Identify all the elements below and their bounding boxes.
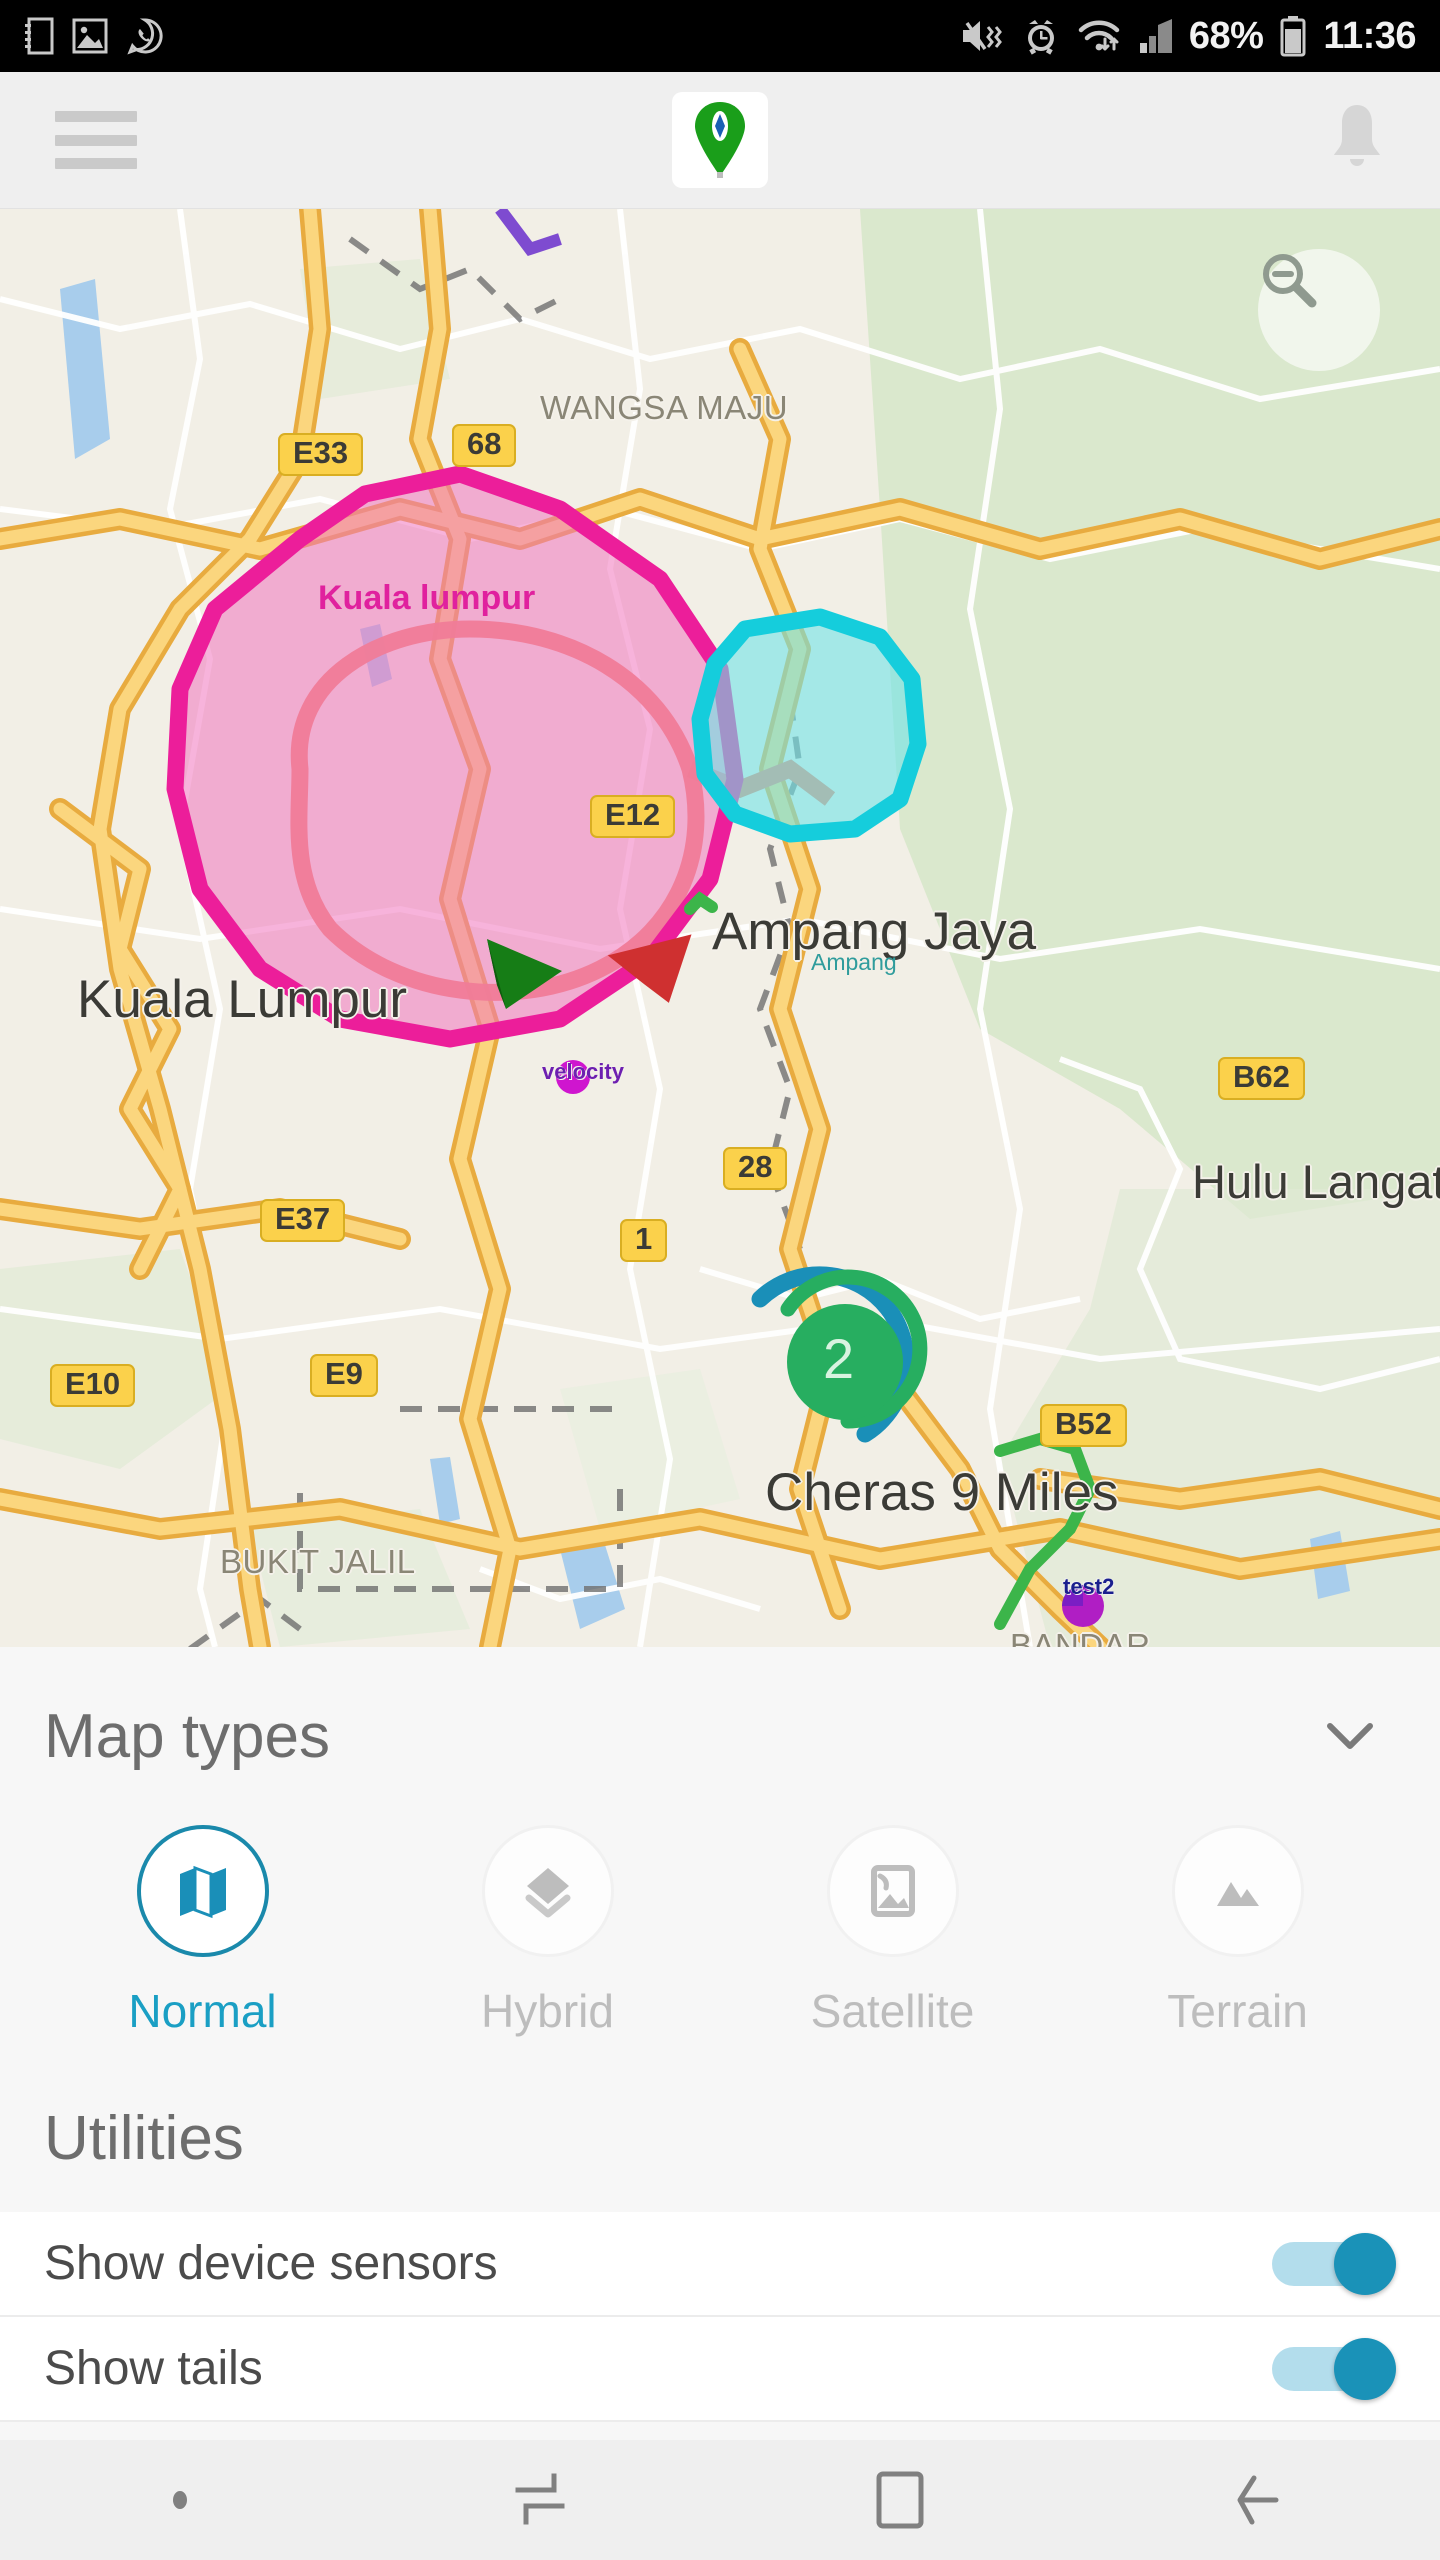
road-shield-68: 68 (452, 424, 517, 467)
back-icon (1237, 2475, 1279, 2525)
road-shield-e12: E12 (590, 795, 676, 838)
mountain-icon (1216, 1882, 1259, 1906)
clock-label: 11:36 (1323, 15, 1416, 57)
road-shield-e10: E10 (50, 1364, 136, 1407)
bottom-settings-panel: Map types Normal Hybrid Satellite Terrai… (0, 1647, 1440, 2440)
recents-icon (515, 2473, 565, 2525)
home-icon (876, 2471, 924, 2529)
utility-row-show-tails[interactable]: Show tails (0, 2317, 1440, 2422)
map-type-normal-circle (136, 1825, 269, 1957)
purple-dot-marker (556, 1060, 590, 1094)
signal-icon (1139, 19, 1172, 53)
status-bar-right-icons: 68% 11:36 (959, 15, 1416, 57)
nav-dot-button[interactable] (0, 2487, 360, 2513)
map-type-normal[interactable]: Normal (30, 1825, 375, 2085)
chevron-down-icon[interactable] (1326, 1721, 1374, 1751)
road-shield-b62: B62 (1218, 1057, 1305, 1100)
whatsapp-icon (127, 18, 163, 55)
map-type-terrain-label: Terrain (1167, 1985, 1308, 2037)
map-type-satellite-circle (826, 1825, 959, 1957)
status-bar: 68% 11:36 (0, 0, 1440, 72)
notes-icon (25, 17, 54, 55)
map-icon (179, 1865, 226, 1919)
image-icon (870, 1865, 915, 1917)
nav-recents-button[interactable] (360, 2472, 720, 2528)
nav-home-button[interactable] (720, 2470, 1080, 2530)
mute-vibrate-icon (962, 21, 1002, 51)
zoom-out-button[interactable] (1258, 249, 1380, 371)
map-types-title: Map types (44, 1701, 331, 1771)
map-type-hybrid-circle (481, 1825, 614, 1957)
road-shield-1: 1 (620, 1219, 668, 1262)
app-header (0, 72, 1440, 209)
wifi-icon (1078, 20, 1120, 51)
ampang-geofence (691, 608, 927, 843)
hamburger-bar-3 (55, 158, 137, 169)
road-shield-e33: E33 (278, 433, 364, 476)
road-shield-28: 28 (723, 1147, 788, 1190)
battery-icon (1280, 16, 1306, 57)
dot-icon (173, 2491, 187, 2509)
road-shield-b52: B52 (1040, 1404, 1127, 1447)
layers-icon (525, 1868, 570, 1918)
hamburger-bar-2 (55, 134, 137, 146)
map-type-satellite-label: Satellite (810, 1985, 975, 2037)
map-type-hybrid[interactable]: Hybrid (375, 1825, 720, 2085)
map-types-options: Normal Hybrid Satellite Terrain (0, 1825, 1440, 2085)
map-canvas[interactable]: 2 WANGSA MAJU Kuala lumpur Kuala Lumpur … (0, 209, 1440, 1647)
map-types-header[interactable]: Map types (0, 1647, 1440, 1825)
app-logo[interactable] (672, 92, 768, 188)
alarm-icon (1027, 20, 1054, 55)
road-shield-e37: E37 (260, 1199, 346, 1242)
status-bar-left-icons (24, 17, 164, 55)
phone-screen: 68% 11:36 2 WANGSA MAJU Kuala lumpur Kua… (0, 0, 1440, 2560)
toggle-show-tails[interactable] (1272, 2337, 1396, 2400)
utilities-list: Show device sensors Show tails (0, 2212, 1440, 2422)
nav-back-button[interactable] (1080, 2472, 1440, 2528)
gallery-icon (72, 18, 108, 54)
android-nav-bar (0, 2440, 1440, 2560)
utilities-title: Utilities (44, 2104, 244, 2173)
toggle-show-device-sensors[interactable] (1272, 2232, 1396, 2295)
utility-row-show-device-sensors[interactable]: Show device sensors (0, 2212, 1440, 2317)
map-type-normal-label: Normal (128, 1985, 277, 2037)
map-type-terrain[interactable]: Terrain (1065, 1825, 1410, 2085)
map-type-terrain-circle (1171, 1825, 1304, 1957)
hamburger-bar-1 (55, 111, 137, 122)
map-tiles (0, 209, 1440, 1647)
zoom-out-icon (1263, 254, 1317, 308)
utility-label-show-tails: Show tails (44, 2342, 263, 2395)
hamburger-menu-icon[interactable] (55, 111, 137, 169)
map-pin-logo (695, 102, 745, 178)
bell-icon[interactable] (1322, 101, 1392, 179)
utility-label-show-device-sensors: Show device sensors (44, 2237, 498, 2290)
road-shield-e9: E9 (310, 1354, 378, 1397)
battery-percent-label: 68% (1188, 15, 1264, 57)
toggle-thumb (1334, 2337, 1396, 2400)
map-type-satellite[interactable]: Satellite (720, 1825, 1065, 2085)
map-type-hybrid-label: Hybrid (481, 1985, 614, 2037)
toggle-thumb (1334, 2232, 1396, 2295)
